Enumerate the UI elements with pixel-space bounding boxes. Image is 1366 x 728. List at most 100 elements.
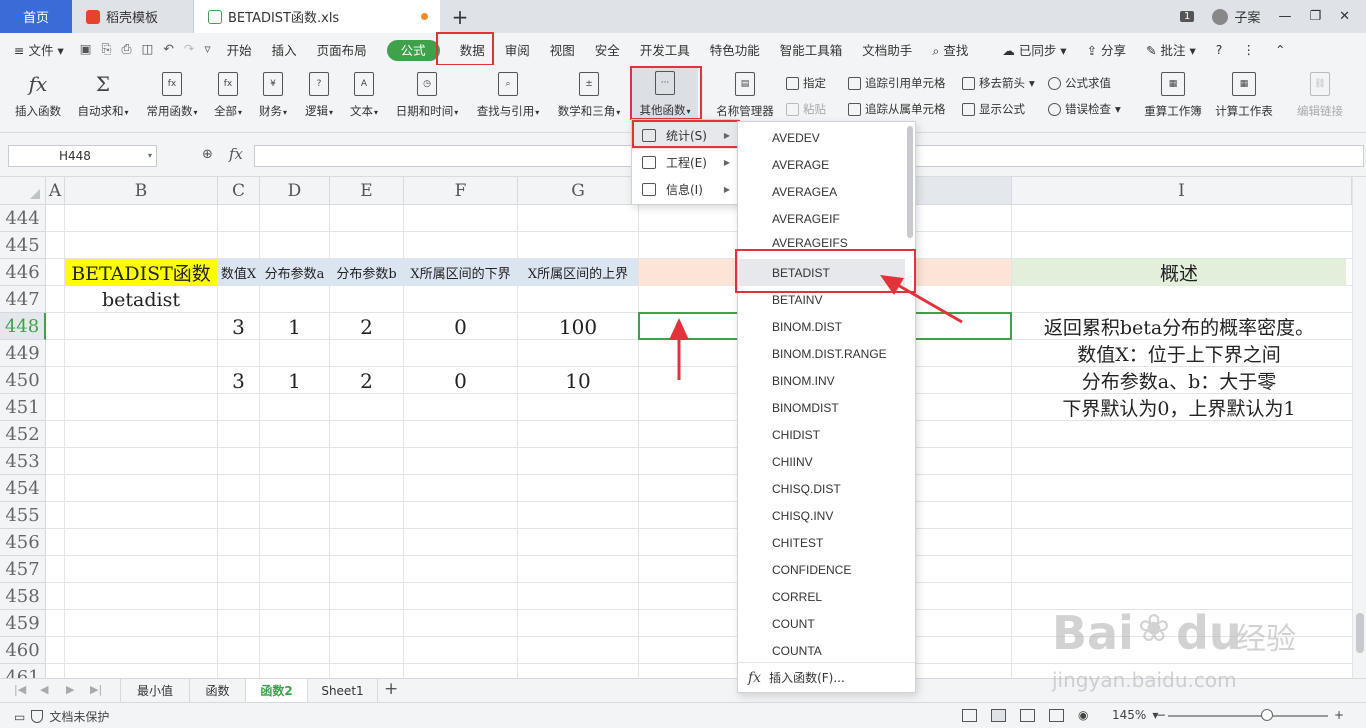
- function-item[interactable]: BINOMDIST: [772, 394, 839, 421]
- zoom-in-icon[interactable]: +: [1334, 708, 1344, 722]
- cell-g446-header[interactable]: X所属区间的上界: [518, 259, 638, 286]
- row-header[interactable]: 458: [0, 583, 46, 610]
- sheet-tab-sheet1[interactable]: Sheet1: [308, 679, 378, 702]
- tab-formula[interactable]: 公式: [377, 39, 450, 61]
- cell-b447-subtitle[interactable]: betadist: [65, 286, 217, 313]
- remove-arrows-button[interactable]: 移去箭头 ▾: [962, 75, 1035, 91]
- share-button[interactable]: ⇪ 分享: [1077, 40, 1136, 59]
- cell-f450[interactable]: 0: [404, 367, 517, 394]
- tab-security[interactable]: 安全: [585, 40, 630, 59]
- row-header[interactable]: 451: [0, 394, 46, 421]
- redo-icon[interactable]: ↷: [184, 41, 194, 57]
- first-sheet-icon[interactable]: |◀: [14, 683, 26, 696]
- cell-i451-note[interactable]: 下界默认为0，上界默认为1: [1012, 394, 1346, 421]
- insert-function-footer[interactable]: fx 插入函数(F)...: [738, 662, 915, 692]
- paste-name-button[interactable]: 粘贴: [786, 101, 826, 117]
- row-header[interactable]: 445: [0, 232, 46, 259]
- collapse-ribbon-icon[interactable]: ⌃: [1265, 42, 1295, 57]
- cell-d448[interactable]: 1: [260, 313, 329, 340]
- cell-e450[interactable]: 2: [330, 367, 403, 394]
- datetime-button[interactable]: ◷ 日期和时间▾: [392, 67, 462, 119]
- tab-smart-toolbox[interactable]: 智能工具箱: [770, 40, 853, 59]
- undo-icon[interactable]: ↶: [163, 41, 173, 57]
- row-header-selected[interactable]: 448: [0, 313, 46, 340]
- insert-function-button[interactable]: fx 插入函数: [12, 67, 64, 119]
- prev-sheet-icon[interactable]: ◀: [40, 683, 48, 696]
- cell-d446-header[interactable]: 分布参数a: [260, 259, 329, 286]
- cell-f448[interactable]: 0: [404, 313, 517, 340]
- minimize-icon[interactable]: —: [1278, 9, 1291, 24]
- normal-view-icon[interactable]: [991, 708, 1006, 722]
- row-header[interactable]: 447: [0, 286, 46, 313]
- sheet-tab-min[interactable]: 最小值: [120, 679, 190, 702]
- menu-item-engineering[interactable]: 工程(E) ▶: [632, 149, 738, 176]
- text-button[interactable]: A 文本▾: [347, 67, 381, 119]
- function-item[interactable]: AVEDEV: [772, 124, 820, 151]
- row-header[interactable]: 459: [0, 610, 46, 637]
- cell-g448[interactable]: 100: [518, 313, 638, 340]
- col-header-g[interactable]: G: [518, 177, 639, 205]
- all-functions-button[interactable]: fx 全部▾: [212, 67, 244, 119]
- tab-doc-assistant[interactable]: 文档助手: [852, 40, 922, 59]
- col-header-b[interactable]: B: [65, 177, 218, 205]
- col-header-e[interactable]: E: [330, 177, 404, 205]
- function-item[interactable]: COUNTA: [772, 637, 822, 664]
- recalc-workbook-button[interactable]: ▦ 重算工作簿: [1142, 67, 1204, 119]
- tab-developer[interactable]: 开发工具: [630, 40, 700, 59]
- next-sheet-icon[interactable]: ▶: [66, 683, 74, 696]
- sync-button[interactable]: ☁ 已同步 ▾: [992, 40, 1076, 59]
- zoom-slider-track[interactable]: [1168, 715, 1328, 717]
- col-header-d[interactable]: D: [260, 177, 330, 205]
- cell-c450[interactable]: 3: [218, 367, 259, 394]
- row-header[interactable]: 453: [0, 448, 46, 475]
- error-check-button[interactable]: 错误检查 ▾: [1048, 101, 1121, 117]
- annotate-button[interactable]: ✎ 批注 ▾: [1136, 40, 1206, 59]
- last-sheet-icon[interactable]: ▶|: [90, 683, 102, 696]
- search-button[interactable]: ⌕ 查找: [922, 40, 978, 59]
- tab-home[interactable]: 首页: [0, 0, 72, 33]
- finance-button[interactable]: ¥ 财务▾: [256, 67, 290, 119]
- function-item[interactable]: BINOM.DIST: [772, 313, 842, 340]
- cell-i448-note[interactable]: 返回累积beta分布的概率密度。: [1012, 313, 1346, 340]
- row-header[interactable]: 449: [0, 340, 46, 367]
- zoom-out-icon[interactable]: −: [1156, 708, 1166, 722]
- close-icon[interactable]: ✕: [1339, 9, 1350, 24]
- name-box[interactable]: H448 ▾: [8, 145, 157, 167]
- new-tab-button[interactable]: +: [440, 0, 480, 33]
- tab-page-layout[interactable]: 页面布局: [307, 40, 377, 59]
- function-item[interactable]: BETAINV: [772, 286, 822, 313]
- row-header[interactable]: 456: [0, 529, 46, 556]
- export-icon[interactable]: ⎘: [102, 41, 112, 57]
- tab-review[interactable]: 审阅: [495, 40, 540, 59]
- cell-f446-header[interactable]: X所属区间的下界: [404, 259, 517, 286]
- zoom-formula-icon[interactable]: ⊕: [202, 147, 213, 162]
- function-item[interactable]: CORREL: [772, 583, 822, 610]
- function-item[interactable]: AVERAGEA: [772, 178, 837, 205]
- function-item[interactable]: COUNT: [772, 610, 815, 637]
- cell-c446-header[interactable]: 数值X: [218, 259, 259, 286]
- function-item[interactable]: BINOM.INV: [772, 367, 835, 394]
- user-area[interactable]: 子案: [1212, 7, 1260, 26]
- more-icon[interactable]: ⋮: [1232, 42, 1265, 57]
- print-icon[interactable]: ⎙: [122, 41, 132, 57]
- cell-g450[interactable]: 10: [518, 367, 638, 394]
- row-header[interactable]: 454: [0, 475, 46, 502]
- cell-e448[interactable]: 2: [330, 313, 403, 340]
- function-item[interactable]: CONFIDENCE: [772, 556, 851, 583]
- function-item[interactable]: CHIDIST: [772, 421, 820, 448]
- math-button[interactable]: ± 数学和三角▾: [554, 67, 624, 119]
- sheet-tab-function[interactable]: 函数: [190, 679, 246, 702]
- tab-data[interactable]: 数据: [450, 40, 495, 59]
- select-all-corner[interactable]: [0, 177, 46, 205]
- zoom-slider-knob[interactable]: [1261, 709, 1273, 721]
- tab-document[interactable]: BETADIST函数.xls: [194, 0, 440, 33]
- row-header[interactable]: 444: [0, 205, 46, 232]
- function-item[interactable]: CHITEST: [772, 529, 823, 556]
- save-icon[interactable]: ▣: [80, 41, 92, 57]
- cell-i449-note[interactable]: 数值X：位于上下界之间: [1012, 340, 1346, 367]
- fx-icon[interactable]: fx: [229, 145, 243, 163]
- edit-links-button[interactable]: ⛓ 编辑链接: [1294, 67, 1346, 119]
- name-manager-button[interactable]: ▤ 名称管理器: [712, 67, 778, 119]
- col-header-i[interactable]: I: [1012, 177, 1352, 205]
- cell-c448[interactable]: 3: [218, 313, 259, 340]
